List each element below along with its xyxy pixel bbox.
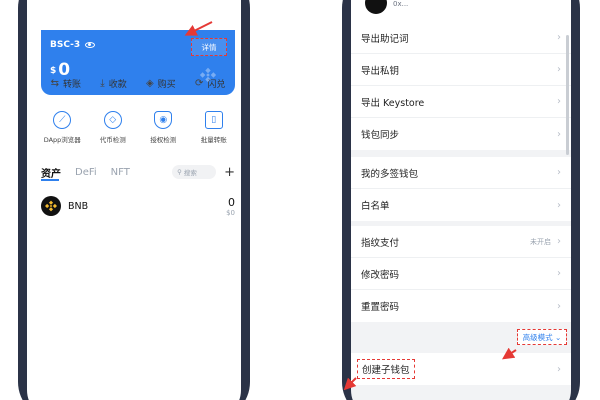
batch-transfer-shortcut[interactable]: ▯ 批量转账: [190, 111, 238, 151]
security-settings-group: 指纹支付 未开启 › 修改密码 › 重置密码 ›: [351, 226, 571, 322]
bnb-icon: [41, 196, 61, 216]
chevron-right-icon: ›: [557, 236, 561, 247]
chevron-right-icon: ›: [557, 64, 561, 75]
shield-icon: ◉: [154, 111, 173, 129]
wallet-settings: 0x... 导出助记词 › 导出私钥 › 导出 Keystore › 钱包同步 …: [351, 0, 571, 400]
quick-actions: ⇆ 转账 ⤓ 收款 ◈ 购买 ⟳ 闪兑: [41, 72, 235, 94]
tab-nft[interactable]: NFT: [111, 167, 130, 178]
list-item[interactable]: BNB 0 $0: [41, 193, 235, 219]
batch-transfer-icon: ▯: [204, 111, 223, 129]
menu-wallet-sync[interactable]: 钱包同步 ›: [351, 118, 571, 150]
avatar: [365, 0, 387, 14]
transfer-action[interactable]: ⇆ 转账: [51, 77, 81, 90]
search-input[interactable]: ⚲ 搜索: [172, 165, 217, 179]
buy-action[interactable]: ◈ 购买: [146, 77, 176, 90]
chevron-right-icon: ›: [557, 363, 561, 375]
menu-whitelist[interactable]: 白名单 ›: [351, 189, 571, 221]
swap-action[interactable]: ⟳ 闪兑: [195, 77, 225, 90]
chevron-right-icon: ›: [557, 128, 561, 140]
tag-icon: ◈: [145, 77, 154, 89]
token-check-icon: ◇: [103, 111, 122, 129]
create-sub-wallet-label: 创建子钱包: [357, 359, 415, 379]
asset-amount: 0: [228, 195, 235, 209]
menu-create-sub-wallet[interactable]: 创建子钱包 ›: [351, 353, 571, 385]
menu-multisig-wallet[interactable]: 我的多签钱包 ›: [351, 157, 571, 189]
advanced-group: 创建子钱包 ›: [351, 353, 571, 385]
menu-export-keystore[interactable]: 导出 Keystore ›: [351, 86, 571, 118]
network-name: BSC-3: [50, 40, 81, 50]
detail-button[interactable]: 详情: [191, 38, 227, 56]
fingerprint-status: 未开启: [530, 237, 551, 246]
chevron-right-icon: ›: [557, 32, 561, 43]
chevron-right-icon: ›: [557, 300, 561, 312]
chevron-right-icon: ›: [557, 199, 561, 211]
menu-change-password[interactable]: 修改密码 ›: [351, 258, 571, 290]
menu-fingerprint-pay[interactable]: 指纹支付 未开启 ›: [351, 226, 571, 258]
wallet-home: BSC-3 $0 详情 ⇆ 转账 ⤓ 收款 ◈ 购买 ⟳ 闪兑 ⟋ DApp浏览…: [27, 0, 241, 400]
add-token-button[interactable]: +: [224, 166, 235, 179]
menu-export-private-key[interactable]: 导出私钥 ›: [351, 54, 571, 86]
wallet-management-group: 我的多签钱包 › 白名单 ›: [351, 157, 571, 221]
feature-shortcuts: ⟋ DApp浏览器 ◇ 代币检测 ◉ 授权检测 ▯ 批量转账: [37, 111, 239, 151]
menu-export-mnemonic[interactable]: 导出助记词 ›: [351, 22, 571, 54]
asset-usd-value: $0: [226, 208, 235, 217]
tab-defi[interactable]: DeFi: [75, 167, 97, 178]
active-tab-indicator: [41, 179, 59, 181]
receive-action[interactable]: ⤓ 收款: [100, 77, 126, 90]
receive-download-icon: ⤓: [100, 77, 105, 89]
scrollbar[interactable]: [566, 35, 569, 155]
asset-name: BNB: [68, 200, 89, 212]
token-check-shortcut[interactable]: ◇ 代币检测: [89, 111, 137, 151]
eye-icon[interactable]: [85, 42, 96, 48]
tab-assets[interactable]: 资产: [41, 165, 61, 180]
search-icon: ⚲: [177, 168, 182, 176]
menu-reset-password[interactable]: 重置密码 ›: [351, 290, 571, 322]
asset-tabs: 资产 DeFi NFT ⚲ 搜索 +: [41, 163, 235, 181]
chevron-down-icon: ⌄: [552, 332, 562, 342]
chevron-right-icon: ›: [557, 96, 561, 107]
export-settings-group: 导出助记词 › 导出私钥 › 导出 Keystore › 钱包同步 ›: [351, 22, 571, 150]
chevron-right-icon: ›: [557, 268, 561, 279]
exchange-icon: ⟳: [194, 77, 204, 89]
chevron-right-icon: ›: [557, 167, 561, 178]
wallet-address: 0x...: [393, 0, 409, 8]
dapp-browser-shortcut[interactable]: ⟋ DApp浏览器: [38, 111, 86, 151]
advanced-mode-toggle[interactable]: 高级模式 ⌄: [517, 329, 567, 345]
compass-icon: ⟋: [53, 111, 72, 129]
swap-arrows-icon: ⇆: [50, 77, 60, 89]
approval-check-shortcut[interactable]: ◉ 授权检测: [139, 111, 187, 151]
